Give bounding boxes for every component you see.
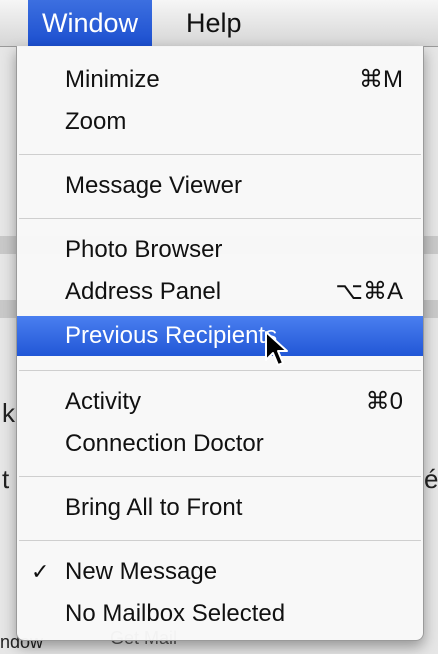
- menu-item-address-panel[interactable]: Address Panel ⌥⌘A: [17, 274, 423, 310]
- background-text-fragment: k: [2, 398, 15, 428]
- mouse-pointer-icon: [265, 331, 288, 366]
- menu-separator: [19, 218, 421, 219]
- menu-item-label: Activity: [65, 388, 142, 415]
- menu-item-label: New Message: [65, 558, 218, 585]
- menu-separator: [19, 154, 421, 155]
- menu-separator: [19, 370, 421, 371]
- menu-item-label: Address Panel: [65, 278, 222, 305]
- menu-separator: [19, 476, 421, 477]
- window-menu-dropdown: Minimize ⌘M Zoom Message Viewer Photo Br…: [16, 46, 424, 641]
- menu-item-label: Photo Browser: [65, 236, 223, 263]
- menu-item-label: Previous Recipients: [65, 322, 278, 349]
- menu-item-label: Bring All to Front: [65, 494, 243, 521]
- menu-item-label: Message Viewer: [65, 172, 242, 199]
- menu-item-label: Zoom: [65, 108, 127, 135]
- menu-item-label: Minimize: [65, 66, 160, 93]
- menu-item-connection-doctor[interactable]: Connection Doctor: [17, 426, 423, 462]
- menu-item-shortcut: ⌥⌘A: [335, 278, 403, 305]
- menu-item-message-viewer[interactable]: Message Viewer: [17, 168, 423, 204]
- menu-item-label: Connection Doctor: [65, 430, 264, 457]
- menu-bar-help[interactable]: Help: [172, 0, 256, 46]
- menu-item-no-mailbox-selected[interactable]: No Mailbox Selected: [17, 596, 423, 632]
- menu-item-zoom[interactable]: Zoom: [17, 104, 423, 140]
- menu-item-label: No Mailbox Selected: [65, 600, 286, 627]
- menu-bar-window[interactable]: Window: [28, 0, 153, 46]
- menu-item-minimize[interactable]: Minimize ⌘M: [17, 62, 423, 98]
- menu-item-shortcut: ⌘M: [359, 66, 403, 93]
- menu-item-activity[interactable]: Activity ⌘0: [17, 384, 423, 420]
- menu-item-shortcut: ⌘0: [365, 388, 403, 415]
- menu-item-bring-all-to-front[interactable]: Bring All to Front: [17, 490, 423, 526]
- checkmark-icon: ✓: [31, 559, 50, 584]
- background-text-fragment: t: [2, 464, 10, 494]
- menu-item-previous-recipients[interactable]: Previous Recipients: [17, 316, 423, 356]
- menu-item-new-message[interactable]: ✓ New Message: [17, 554, 423, 590]
- menu-separator: [19, 540, 421, 541]
- menu-item-photo-browser[interactable]: Photo Browser: [17, 232, 423, 268]
- background-text-fragment: é: [424, 464, 438, 494]
- menu-bar: Window Help: [0, 0, 438, 47]
